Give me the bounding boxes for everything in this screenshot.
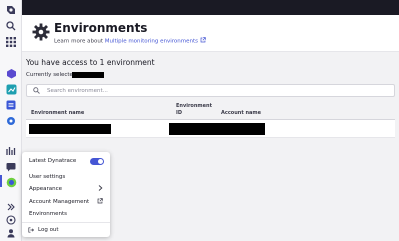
- menu-item-log-out[interactable]: Log out: [38, 227, 59, 233]
- active-indicator: [0, 175, 2, 187]
- environment-search[interactable]: [26, 84, 395, 97]
- environment-gear-icon: [32, 23, 50, 41]
- chart-icon[interactable]: [5, 83, 17, 95]
- column-header-account-name[interactable]: Account name: [221, 110, 261, 116]
- column-header-environment-id-line1[interactable]: Environment: [176, 103, 212, 109]
- environment-search-input[interactable]: [47, 86, 347, 96]
- expand-icon[interactable]: [5, 201, 17, 213]
- app-dynatrace-icon[interactable]: [5, 176, 17, 188]
- column-header-environment-id-line2[interactable]: ID: [176, 110, 182, 116]
- toggle-knob: [98, 159, 103, 164]
- menu-item-appearance[interactable]: Appearance: [29, 186, 62, 192]
- subtitle-prefix: Learn more about: [54, 38, 103, 45]
- help-icon[interactable]: [5, 214, 17, 226]
- chat-icon[interactable]: [5, 161, 17, 173]
- menu-item-account-management[interactable]: Account Management: [29, 199, 89, 205]
- list-icon[interactable]: [5, 99, 17, 111]
- search-icon[interactable]: [5, 20, 17, 32]
- user-menu: Latest Dynatrace User settings Appearanc…: [22, 152, 110, 237]
- column-header-environment-name[interactable]: Environment name: [31, 110, 84, 116]
- menu-divider: [22, 222, 110, 223]
- current-selection-label: Currently selected:: [26, 72, 79, 78]
- dynatrace-logo-icon[interactable]: [5, 4, 17, 16]
- redacted-environment-name: [29, 124, 111, 134]
- table-row[interactable]: [26, 120, 395, 138]
- chevron-right-icon: [98, 185, 103, 193]
- hub-icon[interactable]: [5, 145, 17, 157]
- settings-icon[interactable]: [5, 115, 17, 127]
- latest-dynatrace-toggle[interactable]: [90, 158, 104, 165]
- nav-rail: [0, 0, 22, 241]
- menu-item-latest-dynatrace: Latest Dynatrace: [29, 158, 77, 164]
- top-bar: [22, 0, 399, 15]
- search-icon: [33, 87, 40, 96]
- page-title: Environments: [54, 21, 148, 35]
- access-summary: You have access to 1 environment: [26, 58, 155, 67]
- monitoring-environments-link[interactable]: Multiple monitoring environments: [105, 39, 198, 45]
- user-icon[interactable]: [5, 227, 17, 239]
- menu-item-user-settings[interactable]: User settings: [29, 174, 65, 180]
- app-cube-icon[interactable]: [5, 67, 17, 79]
- page-header: Environments Learn more about Multiple m…: [22, 15, 399, 52]
- redacted-environment-id-account: [169, 123, 265, 135]
- page-subtitle: Learn more about Multiple monitoring env…: [54, 37, 206, 45]
- logout-icon: [28, 227, 34, 235]
- apps-grid-icon[interactable]: [5, 36, 17, 48]
- external-link-icon: [97, 198, 103, 206]
- external-link-icon[interactable]: [200, 37, 206, 45]
- redacted-current-environment: [72, 72, 104, 78]
- menu-item-environments[interactable]: Environments: [29, 211, 67, 217]
